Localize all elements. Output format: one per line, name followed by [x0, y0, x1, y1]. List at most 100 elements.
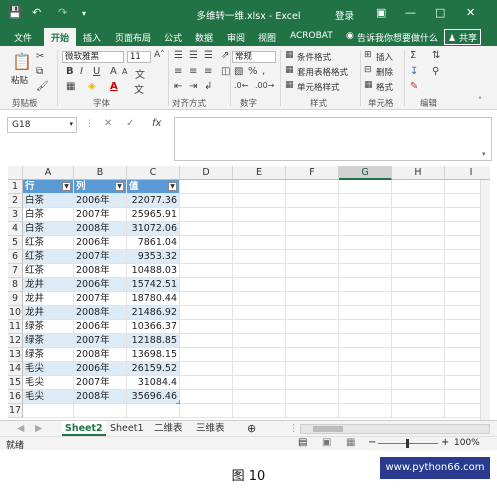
cell-d2[interactable]: [180, 194, 233, 208]
cell-f10[interactable]: [286, 306, 339, 320]
cell-f17[interactable]: [286, 404, 339, 418]
cell-c8[interactable]: 15742.51: [127, 278, 180, 292]
cell-c3[interactable]: 25965.91: [127, 208, 180, 222]
cell-c15[interactable]: 31084.4: [127, 376, 180, 390]
cell-e13[interactable]: [233, 348, 286, 362]
row-header-16[interactable]: 16: [8, 390, 23, 404]
cell-a4[interactable]: 白茶: [23, 222, 74, 236]
increase-indent-icon[interactable]: ⇥: [189, 81, 197, 92]
worksheet-grid[interactable]: ABCDEFGHI 1 2 3 4 5 6 7 8 9 10 11 12 13 14 15 16 17 行 ▼ 列 ▼…: [8, 166, 490, 420]
fill-color-icon[interactable]: ◈: [88, 81, 96, 92]
tab-insert[interactable]: 插入: [83, 31, 101, 44]
scroll-sheets-left-icon[interactable]: ◀: [14, 421, 27, 436]
cell-e10[interactable]: [233, 306, 286, 320]
expand-formula-bar-icon[interactable]: ▾: [482, 150, 486, 158]
cell-e6[interactable]: [233, 250, 286, 264]
cell-d7[interactable]: [180, 264, 233, 278]
cell-h14[interactable]: [392, 362, 445, 376]
cell-a7[interactable]: 红茶: [23, 264, 74, 278]
cell-a10[interactable]: 龙井: [23, 306, 74, 320]
orientation-icon[interactable]: ⇗: [221, 50, 229, 61]
cell-d13[interactable]: [180, 348, 233, 362]
cell-c4[interactable]: 31072.06: [127, 222, 180, 236]
zoom-out-icon[interactable]: −: [368, 437, 376, 448]
border-icon[interactable]: ▦: [66, 81, 75, 92]
cell-d17[interactable]: [180, 404, 233, 418]
row-header-8[interactable]: 8: [8, 278, 23, 292]
cell-e3[interactable]: [233, 208, 286, 222]
sheet-tab-2d[interactable]: 二维表: [151, 421, 186, 436]
cell-f4[interactable]: [286, 222, 339, 236]
cell-e17[interactable]: [233, 404, 286, 418]
decrease-decimal-icon[interactable]: .00→: [255, 81, 274, 90]
filter-dropdown-icon[interactable]: ▼: [62, 182, 71, 191]
cell-b15[interactable]: 2007年: [74, 376, 127, 390]
ribbon-display-icon[interactable]: ▣: [376, 6, 386, 19]
align-top-icon[interactable]: ☰: [174, 50, 183, 61]
column-header-h[interactable]: H: [392, 166, 445, 180]
cell-d16[interactable]: [180, 390, 233, 404]
align-bottom-icon[interactable]: ☰: [204, 50, 213, 61]
row-header-1[interactable]: 1: [8, 180, 23, 194]
login-link[interactable]: 登录: [335, 8, 354, 22]
cell-a2[interactable]: 白茶: [23, 194, 74, 208]
cell-d5[interactable]: [180, 236, 233, 250]
align-middle-icon[interactable]: ☰: [189, 50, 198, 61]
cell-g5[interactable]: [339, 236, 392, 250]
cell-c13[interactable]: 13698.15: [127, 348, 180, 362]
tab-formulas[interactable]: 公式: [164, 31, 182, 44]
paste-button[interactable]: 粘贴: [11, 74, 28, 86]
cell-d15[interactable]: [180, 376, 233, 390]
cell-h6[interactable]: [392, 250, 445, 264]
cell-d8[interactable]: [180, 278, 233, 292]
char-style-icon[interactable]: 文: [134, 81, 144, 96]
tab-data[interactable]: 数据: [195, 31, 213, 44]
scroll-sheets-right-icon[interactable]: ▶: [32, 421, 45, 436]
cell-b11[interactable]: 2006年: [74, 320, 127, 334]
tell-me-search[interactable]: 告诉我你想要做什么: [357, 31, 438, 44]
format-cells-button[interactable]: 格式: [376, 81, 393, 93]
row-header-5[interactable]: 5: [8, 236, 23, 250]
tab-review[interactable]: 审阅: [227, 31, 245, 44]
tab-file[interactable]: 文件: [14, 31, 32, 44]
tab-page-layout[interactable]: 页面布局: [115, 31, 151, 44]
comma-icon[interactable]: ,: [262, 66, 265, 77]
cell-f7[interactable]: [286, 264, 339, 278]
cell-c6[interactable]: 9353.32: [127, 250, 180, 264]
tab-view[interactable]: 视图: [258, 31, 276, 44]
cell-h2[interactable]: [392, 194, 445, 208]
grow-font-icon[interactable]: A˄: [154, 50, 165, 60]
cell-c11[interactable]: 10366.37: [127, 320, 180, 334]
align-left-icon[interactable]: ≡: [174, 66, 182, 77]
cell-e5[interactable]: [233, 236, 286, 250]
row-header-9[interactable]: 9: [8, 292, 23, 306]
cell-g15[interactable]: [339, 376, 392, 390]
column-header-g[interactable]: G: [339, 166, 392, 180]
cell-g9[interactable]: [339, 292, 392, 306]
cell-c16[interactable]: 35696.46: [127, 390, 180, 404]
cell-d10[interactable]: [180, 306, 233, 320]
cell-d4[interactable]: [180, 222, 233, 236]
cell-g2[interactable]: [339, 194, 392, 208]
row-header-13[interactable]: 13: [8, 348, 23, 362]
cell-f1[interactable]: [286, 180, 339, 194]
zoom-level[interactable]: 100%: [454, 438, 480, 448]
shrink-font-size-icon[interactable]: A: [122, 67, 127, 76]
cell-f3[interactable]: [286, 208, 339, 222]
cell-b12[interactable]: 2007年: [74, 334, 127, 348]
cell-a16[interactable]: 毛尖: [23, 390, 74, 404]
zoom-in-icon[interactable]: +: [441, 437, 449, 448]
cell-e1[interactable]: [233, 180, 286, 194]
autosum-icon[interactable]: Σ: [410, 50, 416, 61]
cell-g1[interactable]: [339, 180, 392, 194]
cell-g10[interactable]: [339, 306, 392, 320]
underline-icon[interactable]: U: [93, 66, 100, 77]
cell-a9[interactable]: 龙井: [23, 292, 74, 306]
vertical-scrollbar[interactable]: [480, 180, 490, 420]
cell-f12[interactable]: [286, 334, 339, 348]
cell-e2[interactable]: [233, 194, 286, 208]
cell-g11[interactable]: [339, 320, 392, 334]
row-header-3[interactable]: 3: [8, 208, 23, 222]
cell-a8[interactable]: 龙井: [23, 278, 74, 292]
cell-c9[interactable]: 18780.44: [127, 292, 180, 306]
